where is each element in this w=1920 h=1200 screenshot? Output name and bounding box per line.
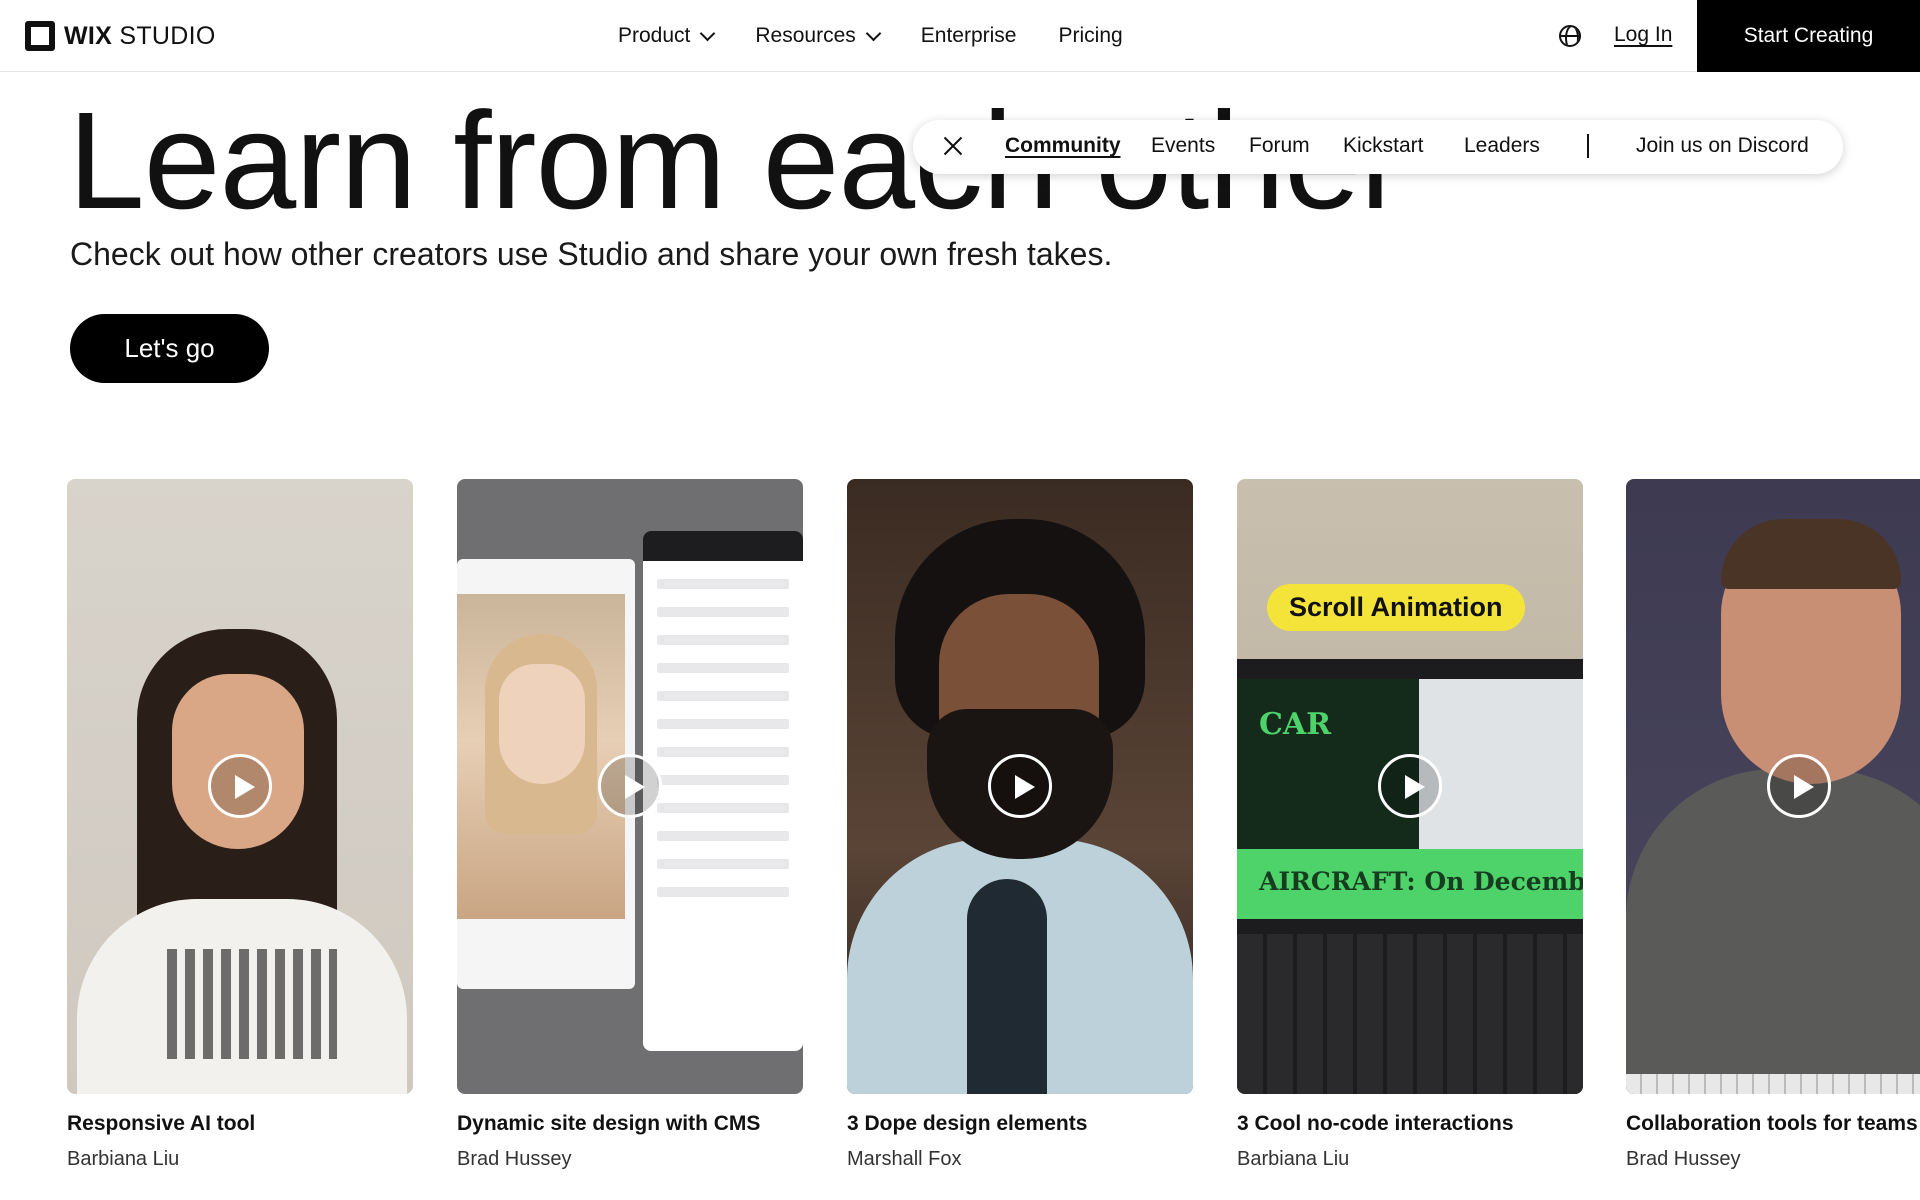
nav-resources[interactable]: Resources	[755, 24, 882, 48]
nav-pricing[interactable]: Pricing	[1058, 24, 1122, 48]
logo-mark-icon	[25, 21, 55, 51]
video-thumbnail[interactable]	[457, 479, 803, 1094]
video-card[interactable]: Dynamic site design with CMS Brad Hussey	[457, 479, 803, 1171]
subnav-kickstart[interactable]: Kickstart	[1343, 134, 1424, 158]
play-icon[interactable]	[598, 754, 662, 818]
nav-enterprise[interactable]: Enterprise	[921, 24, 1017, 48]
card-title[interactable]: Collaboration tools for teams	[1626, 1112, 1920, 1136]
hero-subtitle: Check out how other creators use Studio …	[70, 236, 1113, 272]
lets-go-button[interactable]: Let's go	[70, 314, 269, 383]
site-header: WIX STUDIO Product Resources Enterprise …	[0, 0, 1920, 72]
play-icon[interactable]	[208, 754, 272, 818]
subnav-divider	[1587, 134, 1589, 158]
video-thumbnail[interactable]: CAR AIRCRAFT: On December 17, Scroll Ani…	[1237, 479, 1583, 1094]
card-title[interactable]: 3 Dope design elements	[847, 1112, 1193, 1136]
card-title[interactable]: Dynamic site design with CMS	[457, 1112, 803, 1136]
play-icon[interactable]	[1378, 754, 1442, 818]
video-thumbnail[interactable]	[1626, 479, 1920, 1094]
subnav-events[interactable]: Events	[1151, 134, 1215, 158]
screen-text: AIRCRAFT: On December 17,	[1259, 867, 1583, 896]
card-author: Brad Hussey	[457, 1148, 572, 1170]
card-title[interactable]: Responsive AI tool	[67, 1112, 413, 1136]
chevron-down-icon	[865, 25, 882, 41]
subnav-leaders[interactable]: Leaders	[1464, 134, 1540, 158]
video-thumbnail[interactable]	[847, 479, 1193, 1094]
subnav-discord-link[interactable]: Join us on Discord	[1636, 134, 1809, 158]
wix-studio-logo[interactable]: WIX STUDIO	[25, 20, 216, 52]
screen-text: CAR	[1259, 707, 1332, 742]
card-title[interactable]: 3 Cool no-code interactions	[1237, 1112, 1583, 1136]
video-thumbnail[interactable]	[67, 479, 413, 1094]
chevron-down-icon	[700, 25, 716, 41]
globe-icon[interactable]	[1559, 25, 1581, 47]
scroll-animation-badge: Scroll Animation	[1267, 584, 1525, 631]
video-card[interactable]: CAR AIRCRAFT: On December 17, Scroll Ani…	[1237, 479, 1583, 1171]
card-author: Barbiana Liu	[67, 1148, 180, 1170]
login-link[interactable]: Log In	[1614, 23, 1672, 47]
card-author: Barbiana Liu	[1237, 1148, 1350, 1170]
subnav-community[interactable]: Community	[1005, 134, 1121, 158]
main-nav: Product Resources Enterprise Pricing	[618, 0, 1123, 72]
video-card[interactable]: Collaboration tools for teams Brad Husse…	[1626, 479, 1920, 1171]
subnav-forum[interactable]: Forum	[1249, 134, 1310, 158]
logo-text: WIX STUDIO	[64, 21, 216, 50]
card-author: Marshall Fox	[847, 1148, 962, 1170]
play-icon[interactable]	[988, 754, 1052, 818]
community-subnav: Community Events Forum Kickstart Leaders…	[913, 120, 1843, 174]
play-icon[interactable]	[1767, 754, 1831, 818]
close-icon[interactable]	[941, 134, 965, 158]
start-creating-button[interactable]: Start Creating	[1697, 0, 1920, 72]
card-author: Brad Hussey	[1626, 1148, 1741, 1170]
video-card[interactable]: 3 Dope design elements Marshall Fox	[847, 479, 1193, 1171]
video-card[interactable]: Responsive AI tool Barbiana Liu	[67, 479, 413, 1171]
nav-product[interactable]: Product	[618, 24, 716, 48]
